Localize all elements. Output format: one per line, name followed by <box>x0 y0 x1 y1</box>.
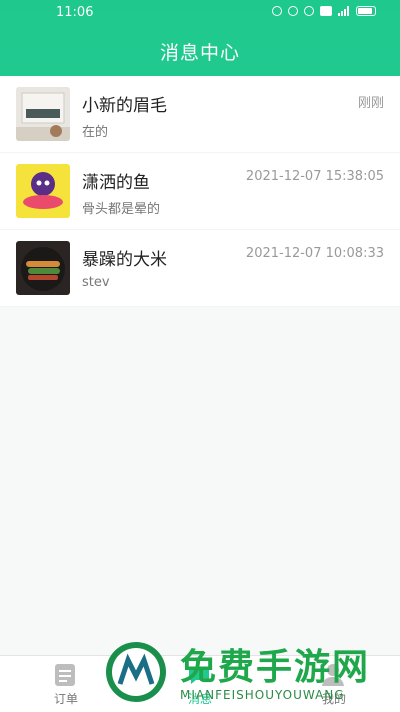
avatar <box>16 87 70 141</box>
hd-icon <box>320 6 332 16</box>
status-icons <box>272 6 376 16</box>
battery-icon <box>356 6 376 16</box>
watermark-logo <box>106 642 166 702</box>
order-icon <box>55 664 75 686</box>
message-preview: stev <box>82 275 110 290</box>
status-bar: 11:06 <box>0 0 400 26</box>
list-item[interactable]: 暴躁的大米 stev 2021-12-07 10:08:33 <box>0 230 400 307</box>
message-preview: 骨头都是晕的 <box>82 202 161 217</box>
message-time: 2021-12-07 10:08:33 <box>245 246 384 261</box>
avatar <box>16 164 70 218</box>
wifi-icon <box>304 6 314 16</box>
contact-name: 小新的眉毛 <box>82 96 167 116</box>
alarm-icon <box>272 6 282 16</box>
message-time: 2021-12-07 15:38:05 <box>245 169 384 184</box>
watermark: 免费手游网 MIANFEISHOUYOUWANG <box>98 636 398 711</box>
watermark-text: 免费手游网 <box>180 647 371 688</box>
signal-icon <box>338 6 350 16</box>
list-item[interactable]: 小新的眉毛 在的 刚刚 <box>0 76 400 153</box>
message-preview: 在的 <box>82 125 109 140</box>
contact-name: 暴躁的大米 <box>82 250 167 270</box>
message-time: 刚刚 <box>357 96 384 111</box>
avatar <box>16 241 70 295</box>
watermark-subtext: MIANFEISHOUYOUWANG <box>180 688 345 702</box>
page-title: 消息中心 <box>159 42 240 64</box>
mute-icon <box>288 6 298 16</box>
contact-name: 潇洒的鱼 <box>82 173 150 193</box>
header-bar: 11:06 消息中心 <box>0 0 400 76</box>
list-item[interactable]: 潇洒的鱼 骨头都是晕的 2021-12-07 15:38:05 <box>0 153 400 230</box>
message-list: 小新的眉毛 在的 刚刚 潇洒的鱼 骨头都是晕的 2021-12-07 15:38… <box>0 76 400 307</box>
status-time: 11:06 <box>56 5 94 20</box>
